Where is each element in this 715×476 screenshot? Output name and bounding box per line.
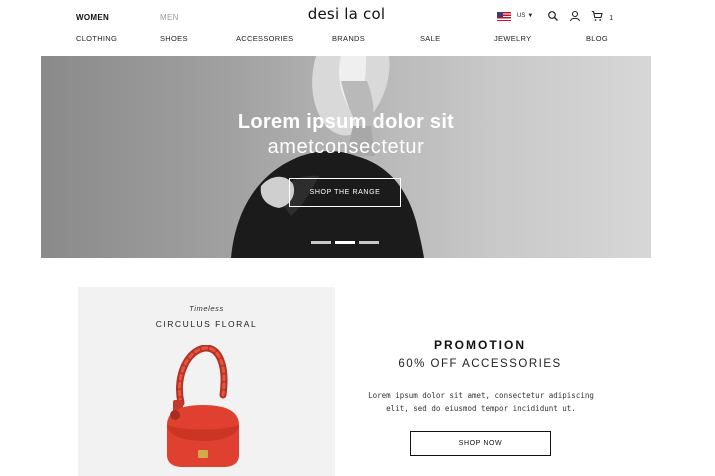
nav-item-sale[interactable]: SALE xyxy=(420,34,440,43)
hero-subtitle: ametconsectetur xyxy=(267,136,425,158)
chevron-down-icon[interactable]: ▼ xyxy=(527,13,533,19)
hero-title: Lorem ipsum dolor sit xyxy=(237,111,455,133)
nav-item-shoes[interactable]: SHOES xyxy=(160,34,188,43)
site-header: WOMEN MEN desi la col US ▼ 1 CLOTHING SH… xyxy=(0,0,715,56)
carousel-dot-1[interactable] xyxy=(311,241,331,244)
us-flag-icon[interactable] xyxy=(497,11,511,21)
product-name[interactable]: CIRCULUS FLORAL xyxy=(78,319,335,329)
carousel-dot-3[interactable] xyxy=(359,241,379,244)
nav-item-blog[interactable]: BLOG xyxy=(586,34,608,43)
promotion-title: PROMOTION xyxy=(434,338,526,352)
shop-the-range-button[interactable]: SHOP THE RANGE xyxy=(289,178,401,207)
main-nav: CLOTHING SHOES ACCESSORIES BRANDS SALE J… xyxy=(0,34,715,44)
carousel-dot-2[interactable] xyxy=(335,241,355,244)
handbag-image[interactable] xyxy=(153,345,253,476)
carousel-dots xyxy=(311,241,379,244)
shop-now-button[interactable]: SHOP NOW xyxy=(410,431,551,456)
locale-label[interactable]: US xyxy=(517,13,525,19)
header-utilities: US ▼ 1 xyxy=(497,10,613,22)
nav-item-jewelry[interactable]: JEWELRY xyxy=(494,34,531,43)
user-icon[interactable] xyxy=(569,10,581,22)
search-icon[interactable] xyxy=(547,10,559,22)
nav-item-clothing[interactable]: CLOTHING xyxy=(76,34,117,43)
cart-count-badge: 1 xyxy=(609,14,614,22)
nav-item-brands[interactable]: BRANDS xyxy=(332,34,365,43)
promotion-subtitle: 60% OFF ACCESSORIES xyxy=(398,358,562,370)
product-tag: Timeless xyxy=(189,304,224,313)
nav-item-accessories[interactable]: ACCESSORIES xyxy=(236,34,293,43)
hero-banner[interactable]: Lorem ipsum dolor sit ametconsectetur SH… xyxy=(41,56,651,258)
cart-icon[interactable] xyxy=(591,10,604,22)
promotion-text: Lorem ipsum dolor sit amet, consectetur … xyxy=(368,391,594,413)
